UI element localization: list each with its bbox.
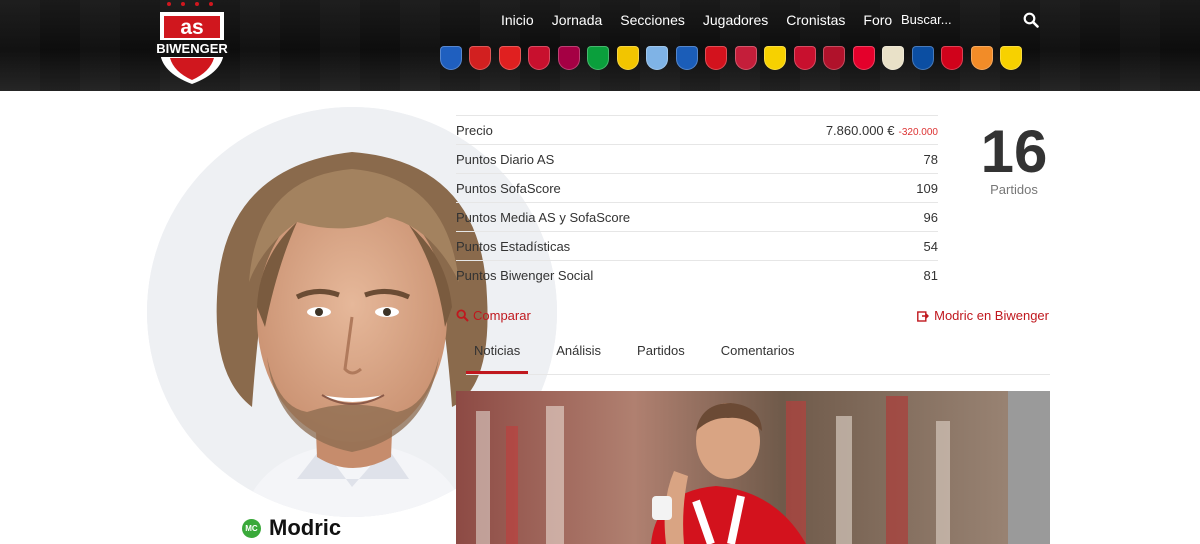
stat-value: 78 — [923, 151, 938, 167]
svg-text:as: as — [180, 16, 203, 39]
stat-value: 109 — [916, 180, 938, 196]
stat-label: Precio — [456, 122, 493, 138]
nav-cronistas[interactable]: Cronistas — [777, 12, 854, 28]
nav-jugadores[interactable]: Jugadores — [694, 12, 777, 28]
nav-foro[interactable]: Foro — [854, 12, 901, 28]
search-icon[interactable] — [1023, 12, 1039, 28]
laspalmas-badge[interactable] — [761, 43, 791, 72]
tab-noticias[interactable]: Noticias — [466, 338, 529, 374]
mallorca-crest-icon — [793, 45, 816, 70]
main-nav: Inicio Jornada Secciones Jugadores Croni… — [492, 12, 901, 28]
realmadrid-badge[interactable] — [879, 43, 909, 72]
biwenger-profile-link[interactable]: Modric en Biwenger — [917, 308, 1049, 323]
girona-badge[interactable] — [702, 43, 732, 72]
stat-value: 54 — [923, 238, 938, 254]
valencia-badge[interactable] — [967, 43, 997, 72]
player-name: Modric — [269, 515, 342, 540]
stat-row-estadisticas: Puntos Estadísticas 54 — [456, 231, 938, 260]
matches-played: 16 Partidos — [970, 118, 1058, 197]
girona-crest-icon — [705, 45, 728, 70]
granada-crest-icon — [734, 45, 757, 70]
laspalmas-crest-icon — [764, 45, 787, 70]
magnifier-icon — [456, 309, 469, 322]
atletico-badge[interactable] — [525, 43, 555, 72]
compare-label: Comparar — [473, 308, 531, 323]
stat-row-precio: Precio 7.860.000 € -320.000 — [456, 115, 938, 144]
athletic-crest-icon — [498, 45, 521, 70]
tab-analisis[interactable]: Análisis — [548, 338, 609, 368]
stat-row-biwenger-social: Puntos Biwenger Social 81 — [456, 260, 938, 289]
almeria-badge[interactable] — [466, 43, 496, 72]
celta-crest-icon — [646, 45, 669, 70]
barcelona-badge[interactable] — [554, 43, 584, 72]
realmadrid-crest-icon — [882, 45, 905, 70]
realsociedad-crest-icon — [911, 45, 934, 70]
price-delta: -320.000 — [898, 126, 938, 138]
team-badges — [436, 43, 1026, 72]
sevilla-badge[interactable] — [938, 43, 968, 72]
tab-partidos[interactable]: Partidos — [629, 338, 693, 368]
stats-table: Precio 7.860.000 € -320.000 Puntos Diario… — [456, 115, 938, 289]
granada-badge[interactable] — [731, 43, 761, 72]
as-biwenger-logo[interactable]: as BIWENGER — [155, 0, 229, 86]
biwenger-link-label: Modric en Biwenger — [934, 308, 1049, 323]
nav-secciones[interactable]: Secciones — [611, 12, 694, 28]
stat-label: Puntos Biwenger Social — [456, 267, 594, 283]
site-header: as BIWENGER Inicio Jornada Secciones Jug… — [0, 0, 1200, 91]
stat-row-sofascore: Puntos SofaScore 109 — [456, 173, 938, 202]
mallorca-badge[interactable] — [790, 43, 820, 72]
svg-text:BIWENGER: BIWENGER — [156, 41, 228, 56]
alaves-crest-icon — [439, 45, 462, 70]
tab-comentarios[interactable]: Comentarios — [713, 338, 803, 368]
getafe-crest-icon — [675, 45, 698, 70]
rayo-badge[interactable] — [849, 43, 879, 72]
celta-badge[interactable] — [643, 43, 673, 72]
nav-jornada[interactable]: Jornada — [543, 12, 612, 28]
external-link-icon — [917, 310, 930, 322]
compare-link[interactable]: Comparar — [456, 308, 531, 323]
stat-row-diario-as: Puntos Diario AS 78 — [456, 144, 938, 173]
stat-row-media: Puntos Media AS y SofaScore 96 — [456, 202, 938, 231]
betis-badge[interactable] — [584, 43, 614, 72]
valencia-crest-icon — [970, 45, 993, 70]
realsociedad-badge[interactable] — [908, 43, 938, 72]
nav-inicio[interactable]: Inicio — [492, 12, 543, 28]
news-image[interactable] — [456, 391, 1050, 544]
stat-value: 81 — [923, 267, 938, 283]
matches-count: 16 — [980, 118, 1048, 185]
sevilla-crest-icon — [941, 45, 964, 70]
osasuna-badge[interactable] — [820, 43, 850, 72]
price-value: 7.860.000 € — [825, 122, 895, 138]
player-tabs: Noticias Análisis Partidos Comentarios — [466, 338, 1050, 375]
rayo-crest-icon — [852, 45, 875, 70]
betis-crest-icon — [587, 45, 610, 70]
search-input[interactable] — [901, 12, 1011, 27]
cadiz-crest-icon — [616, 45, 639, 70]
news-photo — [456, 391, 1050, 544]
barcelona-crest-icon — [557, 45, 580, 70]
stat-label: Puntos Media AS y SofaScore — [456, 209, 631, 225]
villarreal-badge[interactable] — [997, 43, 1027, 72]
almeria-crest-icon — [469, 45, 492, 70]
villarreal-crest-icon — [1000, 45, 1023, 70]
player-header: MC Modric — [242, 515, 341, 541]
stat-label: Puntos Diario AS — [456, 151, 555, 167]
atletico-crest-icon — [528, 45, 551, 70]
alaves-badge[interactable] — [436, 43, 466, 72]
getafe-badge[interactable] — [672, 43, 702, 72]
stat-value: 7.860.000 € -320.000 — [826, 123, 938, 138]
athletic-badge[interactable] — [495, 43, 525, 72]
osasuna-crest-icon — [823, 45, 846, 70]
search-box — [901, 12, 1041, 30]
stat-label: Puntos Estadísticas — [456, 238, 571, 254]
position-badge: MC — [242, 518, 261, 538]
cadiz-badge[interactable] — [613, 43, 643, 72]
stat-value: 96 — [923, 209, 938, 225]
stat-label: Puntos SofaScore — [456, 180, 561, 196]
